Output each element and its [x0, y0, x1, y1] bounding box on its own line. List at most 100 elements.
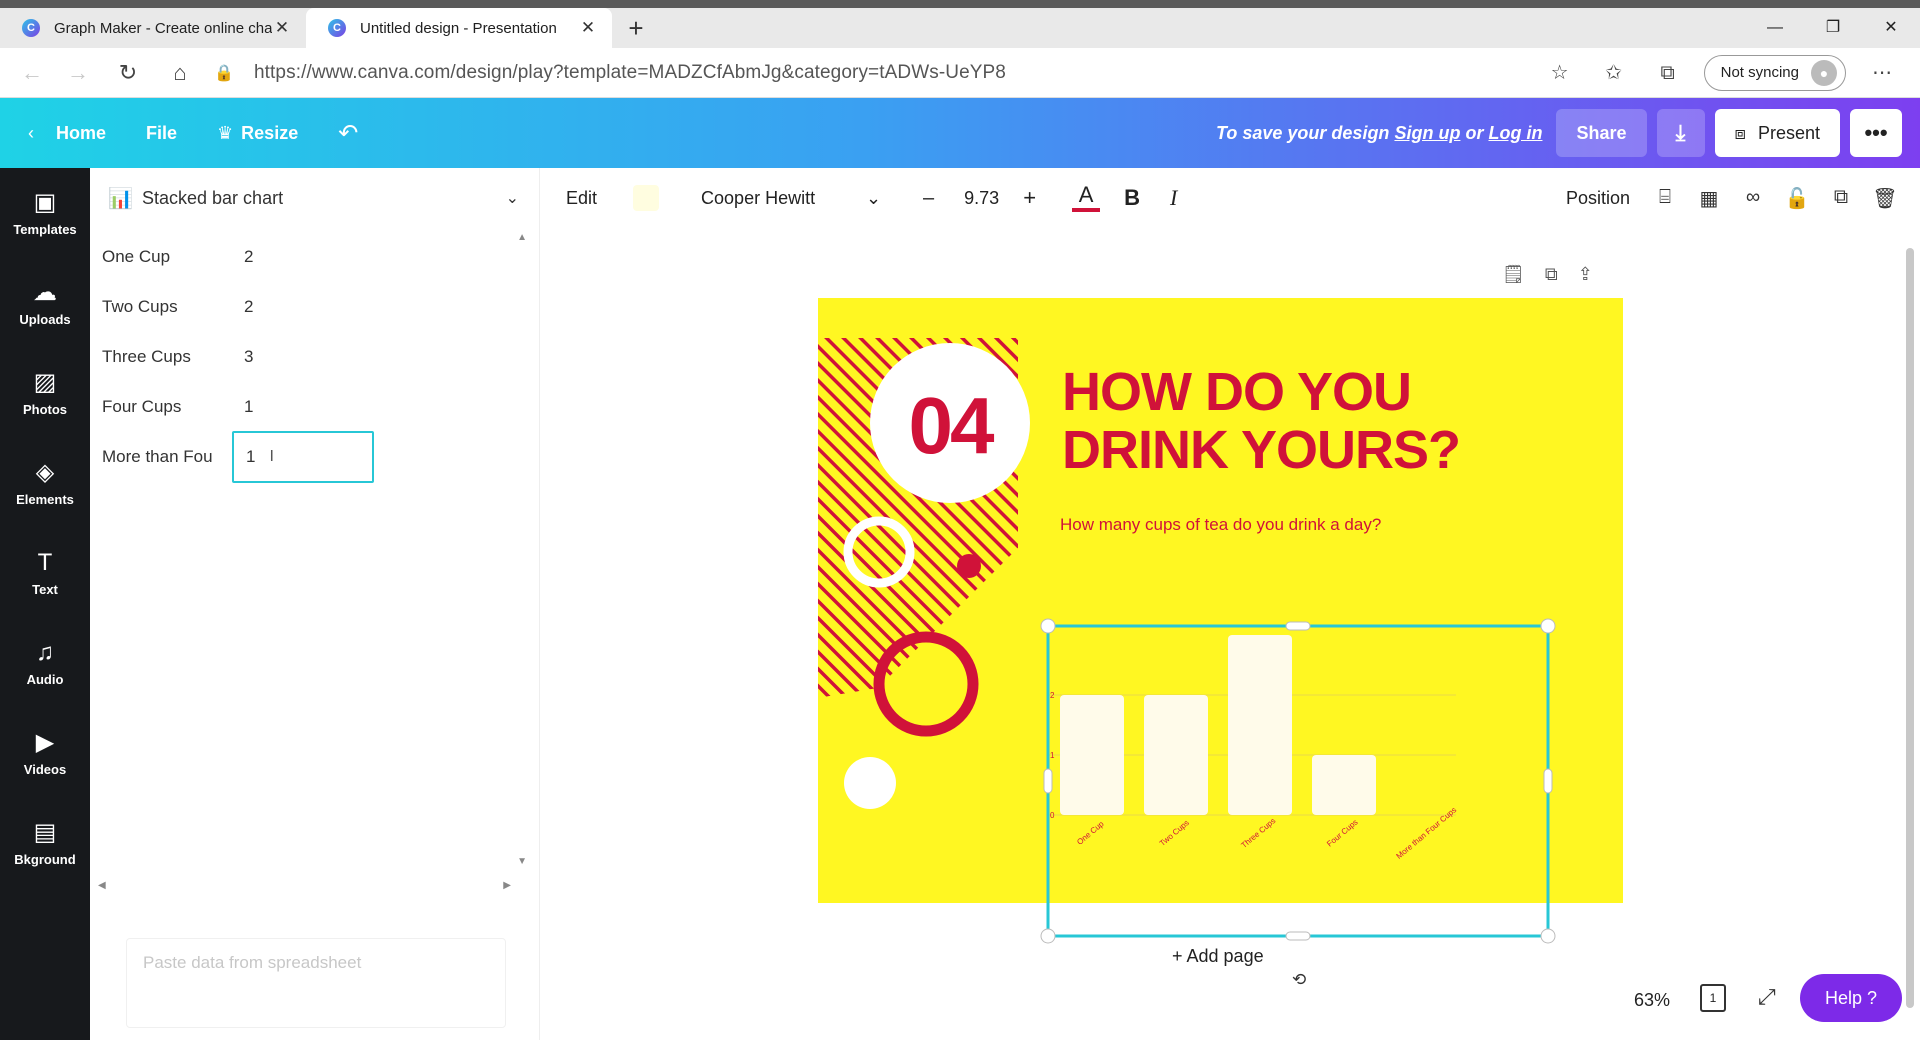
row-value-cell[interactable]: 1	[232, 382, 374, 432]
add-page-button[interactable]: + Add page	[1172, 946, 1264, 967]
add-favorite-star-icon[interactable]: ☆	[1542, 55, 1578, 91]
scrollbar-thumb[interactable]	[1906, 248, 1914, 1008]
resize-label: Resize	[241, 122, 299, 143]
row-label-cell[interactable]: Three Cups	[90, 347, 232, 367]
duplicate-page-icon[interactable]: ⧉	[1545, 264, 1558, 285]
chevron-left-icon: ‹	[28, 122, 34, 143]
browser-tab-untitled-design[interactable]: C Untitled design - Presentation ✕	[306, 8, 612, 48]
more-options-icon[interactable]: •••	[1850, 109, 1902, 157]
forward-arrow-icon[interactable]: →	[58, 53, 98, 93]
design-title-line1: HOW DO YOU	[1062, 362, 1411, 422]
rail-item-uploads[interactable]: ☁ Uploads	[0, 258, 90, 348]
chart-type-dropdown[interactable]: 📊 Stacked bar chart ⌄	[90, 168, 539, 228]
photo-icon: ▨	[33, 368, 57, 396]
cell-value: 1	[246, 447, 256, 466]
help-button[interactable]: Help ?	[1800, 974, 1902, 1022]
scroll-up-arrow-icon[interactable]: ▲	[517, 232, 527, 243]
color-swatch[interactable]	[633, 185, 660, 211]
log-in-link[interactable]: Log in	[1488, 123, 1542, 143]
row-label-cell[interactable]: Two Cups	[90, 297, 232, 317]
row-label-cell[interactable]: More than Fou	[90, 447, 232, 467]
link-icon[interactable]: ∞	[1740, 186, 1766, 211]
present-button[interactable]: ⧈ Present	[1714, 109, 1840, 157]
sign-up-link[interactable]: Sign up	[1394, 123, 1460, 143]
edit-button[interactable]: Edit	[566, 188, 597, 209]
trash-icon[interactable]: 🗑	[1872, 186, 1898, 211]
reload-icon[interactable]: ↻	[108, 53, 148, 93]
scroll-right-arrow-icon[interactable]: ▶	[503, 880, 511, 891]
transparency-icon[interactable]: ▦	[1696, 186, 1722, 211]
chart-bar	[1144, 695, 1208, 815]
canva-header: ‹ Home File ♛ Resize ↶ To save your desi…	[0, 98, 1920, 168]
rail-item-templates[interactable]: ▣ Templates	[0, 168, 90, 258]
tab-title: Graph Maker - Create online cha	[54, 19, 272, 37]
file-menu-button[interactable]: File	[126, 98, 197, 168]
undo-icon[interactable]: ↶	[318, 119, 378, 148]
share-button[interactable]: Share	[1556, 109, 1647, 157]
browser-menu-dots-icon[interactable]: ⋯	[1864, 55, 1900, 91]
paste-data-textarea[interactable]: Paste data from spreadsheet	[126, 938, 506, 1028]
canvas-scrollbar[interactable]	[1900, 228, 1920, 1040]
italic-icon[interactable]: I	[1170, 185, 1177, 211]
font-size-input[interactable]: 9.73	[964, 188, 999, 209]
rail-item-text[interactable]: T Text	[0, 528, 90, 618]
rail-item-photos[interactable]: ▨ Photos	[0, 348, 90, 438]
chart-type-label: Stacked bar chart	[142, 187, 284, 208]
increase-font-size-button[interactable]: +	[1023, 185, 1036, 211]
active-value-cell[interactable]: 1I	[232, 431, 374, 483]
rail-item-videos[interactable]: ▶ Videos	[0, 708, 90, 798]
paste-placeholder: Paste data from spreadsheet	[143, 953, 362, 972]
chart-data-grid: One Cup 2 Two Cups 2 Three Cups 3 Four Cups 1 Mo…	[90, 232, 530, 483]
home-label: Home	[56, 122, 107, 143]
rail-item-label: Text	[32, 581, 58, 597]
row-label-cell[interactable]: Four Cups	[90, 397, 232, 417]
favorites-icon[interactable]: ✩	[1596, 55, 1632, 91]
design-number: 04	[909, 381, 995, 470]
restore-icon[interactable]: ❐	[1804, 8, 1862, 48]
close-window-icon[interactable]: ✕	[1862, 8, 1920, 48]
row-value-cell[interactable]: 2	[232, 232, 374, 282]
text-color-icon[interactable]: A	[1072, 184, 1101, 212]
rail-item-audio[interactable]: ♫ Audio	[0, 618, 90, 708]
scroll-left-arrow-icon[interactable]: ◀	[98, 880, 106, 891]
page-count-icon[interactable]: 1	[1700, 984, 1726, 1012]
notes-icon[interactable]: 🗒	[1502, 264, 1525, 285]
zoom-level[interactable]: 63%	[1634, 990, 1670, 1011]
paint-roller-icon[interactable]: ⌸	[1652, 186, 1678, 211]
upload-cloud-icon: ☁	[33, 278, 57, 306]
row-value-cell[interactable]: 2	[232, 282, 374, 332]
download-icon[interactable]: ⤓	[1656, 109, 1705, 157]
close-tab-icon[interactable]: ✕	[272, 18, 292, 38]
lock-icon[interactable]: 🔓	[1784, 186, 1810, 211]
row-value-cell[interactable]: 3	[232, 332, 374, 382]
y-tick-label: 0	[1050, 811, 1055, 820]
rail-item-elements[interactable]: ◈ Elements	[0, 438, 90, 528]
browser-tab-graph-maker[interactable]: C Graph Maker - Create online cha ✕	[0, 8, 306, 48]
duplicate-icon[interactable]: ⧉	[1828, 186, 1854, 211]
minimize-icon[interactable]: —	[1746, 8, 1804, 48]
scroll-down-arrow-icon[interactable]: ▼	[517, 856, 527, 867]
home-button[interactable]: ‹ Home	[0, 98, 126, 168]
collections-icon[interactable]: ⧉	[1650, 55, 1686, 91]
chevron-down-icon: ⌄	[505, 190, 519, 207]
bold-icon[interactable]: B	[1124, 185, 1140, 211]
sync-status-button[interactable]: Not syncing ●	[1703, 54, 1846, 91]
back-arrow-icon[interactable]: ←	[12, 53, 52, 93]
design-page[interactable]: 04 HOW DO YOU DRINK YOURS? How many cups…	[818, 298, 1623, 903]
rail-item-bkground[interactable]: ▤ Bkground	[0, 798, 90, 888]
sync-label: Not syncing	[1720, 64, 1799, 81]
url-field[interactable]: 🔒 https://www.canva.com/design/play?temp…	[214, 55, 1542, 91]
row-label-cell[interactable]: One Cup	[90, 247, 232, 267]
rail-item-label: Uploads	[19, 311, 71, 327]
new-tab-plus-icon[interactable]: +	[616, 8, 656, 48]
font-family-dropdown[interactable]: Cooper Hewitt ⌄	[701, 188, 881, 209]
present-label: Present	[1757, 122, 1820, 143]
decrease-font-size-button[interactable]: –	[923, 187, 934, 210]
home-icon[interactable]: ⌂	[160, 53, 200, 93]
share-page-icon[interactable]: ⇪	[1578, 264, 1593, 285]
fullscreen-icon[interactable]: ⤢	[1758, 984, 1776, 1010]
resize-button[interactable]: ♛ Resize	[197, 98, 318, 168]
table-row: One Cup 2	[90, 232, 530, 282]
position-button[interactable]: Position	[1566, 188, 1630, 209]
close-tab-icon[interactable]: ✕	[578, 18, 598, 38]
